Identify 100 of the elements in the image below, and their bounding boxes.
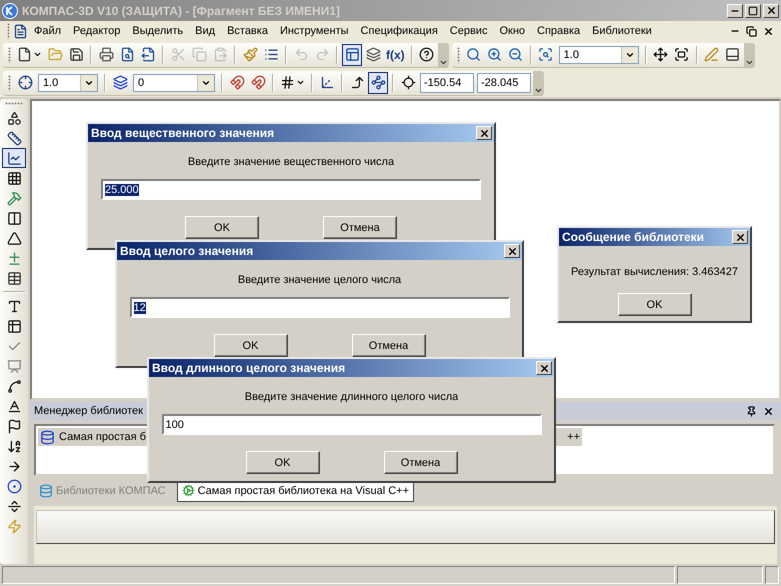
- input-field[interactable]: 100: [162, 414, 542, 435]
- toolbar-button[interactable]: [2, 148, 26, 168]
- input-field[interactable]: 12: [130, 297, 510, 318]
- window-title: КОМПАС-3D V10 (ЗАЩИТА) - [Фрагмент БЕЗ ИМЕНИ1]: [22, 4, 341, 18]
- copy-icon: [192, 47, 206, 62]
- coordinate-field[interactable]: -28.045: [477, 72, 531, 92]
- menu-item[interactable]: Окно: [493, 25, 532, 37]
- fullscreen-icon: [674, 47, 690, 62]
- columns-icon: [6, 210, 22, 226]
- layers-icon: [112, 75, 128, 90]
- dialog-button[interactable]: OK: [185, 216, 259, 239]
- dialog-button[interactable]: Отмена: [352, 334, 426, 357]
- dialog-button[interactable]: OK: [618, 293, 692, 316]
- message-text: Результат вычисления: 3.463427: [571, 265, 738, 279]
- plus-minus-icon: [6, 250, 22, 266]
- close-button[interactable]: [504, 244, 520, 258]
- toolbar-overflow-button[interactable]: [533, 70, 544, 94]
- dialog-title: Ввод длинного целого значения: [152, 361, 346, 375]
- prompt-text: Введите значение длинного целого числа: [244, 390, 458, 404]
- menu-item[interactable]: Инструменты: [274, 25, 355, 37]
- close-icon: [538, 362, 550, 374]
- move-icon: [653, 47, 668, 62]
- locate-icon: [400, 75, 416, 90]
- zoom-scale-icon: [538, 47, 554, 62]
- sort-icon: [6, 438, 22, 454]
- grid-icon: [280, 75, 295, 90]
- input-field[interactable]: 25.000: [101, 179, 481, 200]
- redo-icon: [314, 47, 330, 62]
- dialog-title: Ввод целого значения: [120, 244, 254, 258]
- chart-icon: [6, 150, 22, 166]
- dialog-button[interactable]: Отмена: [384, 451, 458, 474]
- grid-icon: [6, 170, 22, 186]
- close-icon: [734, 232, 746, 242]
- zoom-out-icon: [508, 47, 524, 62]
- file-search-icon: [120, 47, 134, 62]
- printer-icon: [98, 47, 114, 62]
- folder-icon: [48, 47, 62, 62]
- spline-icon: [6, 378, 22, 394]
- arrow-right-icon: [6, 458, 22, 474]
- menu-item[interactable]: Сервис: [444, 25, 494, 37]
- maximize-icon: [748, 6, 758, 16]
- file-output-icon: [140, 47, 156, 62]
- menu-item[interactable]: Вставка: [221, 25, 274, 37]
- table-icon: [6, 270, 22, 286]
- dialog-button[interactable]: OK: [246, 451, 320, 474]
- close-icon: [766, 5, 776, 16]
- dialog-title: Сообщение библиотеки: [562, 230, 706, 244]
- dropdown[interactable]: 0: [133, 74, 215, 92]
- dropdown[interactable]: 1.0: [558, 46, 639, 64]
- toolbar-button[interactable]: [342, 44, 362, 66]
- flag-icon: [6, 418, 22, 434]
- toolbar-grip[interactable]: [8, 74, 11, 90]
- toolbar-button[interactable]: [368, 72, 388, 94]
- dialog-button[interactable]: Отмена: [323, 216, 397, 239]
- close-button[interactable]: [536, 361, 552, 375]
- coordinate-field[interactable]: -150.54: [420, 72, 474, 92]
- toolbar-grip[interactable]: [8, 46, 11, 62]
- menu-item[interactable]: Редактор: [67, 25, 126, 37]
- close-icon: [506, 246, 518, 256]
- toolbar-grip[interactable]: [456, 46, 460, 62]
- save-icon: [68, 47, 84, 62]
- menu-item[interactable]: Вид: [189, 25, 222, 37]
- toolbar-overflow-button[interactable]: [438, 42, 449, 66]
- menu-item[interactable]: Выделить: [126, 25, 190, 37]
- restore-icon: [746, 26, 757, 36]
- cut-icon: [170, 47, 186, 62]
- baseline-icon: [6, 398, 22, 414]
- text-icon: [6, 298, 22, 314]
- close-button[interactable]: [763, 4, 779, 18]
- caret-icon: [33, 50, 42, 59]
- hammer-icon: [6, 190, 22, 206]
- presentation-icon: [6, 358, 22, 374]
- dropdown[interactable]: 1.0: [38, 74, 98, 92]
- menu-item[interactable]: Библиотеки: [586, 25, 658, 37]
- triangle-icon: [6, 230, 22, 246]
- prompt-text: Введите значение вещественного числа: [188, 155, 394, 169]
- caret-icon: [296, 78, 305, 87]
- menu-item[interactable]: Спецификация: [354, 25, 444, 37]
- menu-grip[interactable]: [7, 23, 10, 39]
- library-icon: [39, 484, 53, 498]
- crosshair-icon: [18, 75, 32, 90]
- close-button[interactable]: [476, 126, 492, 140]
- maximize-button[interactable]: [745, 4, 761, 18]
- circle-dot-icon: [6, 478, 22, 494]
- search-icon: [466, 47, 482, 62]
- menu-item[interactable]: Файл: [28, 25, 68, 37]
- panel-icon: [344, 47, 360, 62]
- item-label: ++: [567, 431, 580, 443]
- zoom-in-icon: [487, 47, 502, 62]
- close-button[interactable]: [732, 230, 748, 244]
- minimize-button[interactable]: [727, 4, 743, 18]
- dialog-button[interactable]: OK: [214, 334, 288, 357]
- function-button[interactable]: f(x): [384, 44, 407, 66]
- toolbar-overflow-button[interactable]: [744, 42, 755, 66]
- toolbar-grip[interactable]: [5, 102, 23, 105]
- menu-item[interactable]: Справка: [531, 25, 586, 37]
- item-label: Самая простая б: [59, 431, 146, 443]
- close-icon: [763, 406, 774, 416]
- panel-title: Менеджер библиотек: [34, 405, 144, 417]
- magnet-icon: [230, 75, 244, 90]
